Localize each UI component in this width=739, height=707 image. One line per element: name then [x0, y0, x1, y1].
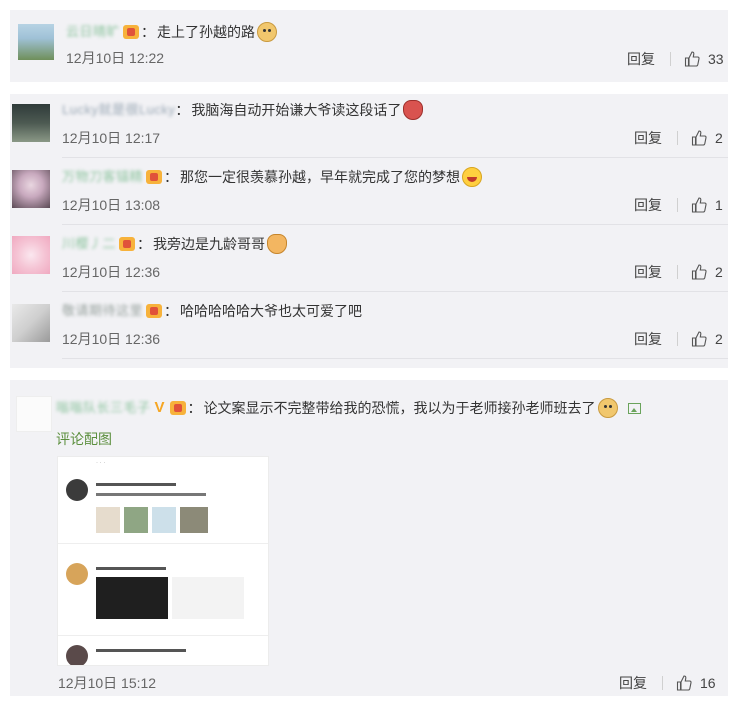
cat-icon: [267, 234, 288, 254]
comment-picture-thumbnail[interactable]: · · ·: [57, 456, 269, 666]
comment-text: 走上了孙越的路: [157, 24, 256, 40]
comment-text: 我旁边是九龄哥哥: [153, 236, 266, 252]
row-divider: [62, 358, 728, 359]
colon: ：: [187, 400, 202, 416]
like-button[interactable]: 2: [691, 129, 723, 147]
thumbnail-text-line: [96, 493, 206, 496]
thumbnail-video: [96, 577, 168, 619]
vip-badge-icon: [146, 170, 163, 184]
divider: [677, 332, 678, 346]
comment-time: 12月10日 12:17: [62, 130, 161, 146]
thumbnail-divider: [58, 543, 268, 544]
face-icon: [403, 100, 424, 120]
thumbs-up-icon: [676, 675, 692, 691]
thumbs-up-icon: [691, 264, 707, 280]
reply-button[interactable]: 回复: [634, 196, 662, 214]
colon: ：: [137, 236, 152, 252]
username-link[interactable]: Lucky就是很Lucky: [62, 100, 175, 120]
avatar[interactable]: [12, 104, 50, 142]
reply-button[interactable]: 回复: [634, 330, 662, 348]
like-count: 1: [715, 197, 723, 213]
thumbs-up-icon: [684, 51, 700, 67]
thumbnail-divider: [58, 635, 268, 636]
thumbnail-text-line: [96, 567, 166, 570]
avatar[interactable]: [12, 236, 50, 274]
avatar[interactable]: [12, 170, 50, 208]
divider: [677, 265, 678, 279]
divider: [677, 198, 678, 212]
thumbs-up-icon: [691, 331, 707, 347]
comment-time: 12月10日 12:36: [62, 331, 161, 347]
colon: ：: [175, 102, 190, 118]
comment-text: 论文案显示不完整带给我的恐慌，我以为于老师接孙老师班去了: [203, 400, 596, 416]
divider: [662, 676, 663, 690]
thumbnail-card: [172, 577, 244, 619]
comment-time: 12月10日 13:08: [62, 197, 161, 213]
like-count: 2: [715, 264, 723, 280]
colon: ：: [164, 169, 179, 185]
thumbnail-text-line: [96, 483, 176, 486]
colon: ：: [164, 303, 179, 319]
comment-picture-link[interactable]: 评论配图: [56, 429, 112, 449]
avatar[interactable]: [16, 396, 52, 432]
comment-text: 我脑海自动开始谦大爷读这段话了: [191, 102, 402, 118]
reply-button[interactable]: 回复: [627, 50, 655, 68]
comment-card: 云日晴旷 ： 走上了孙越的路 12月10日 12:22 回复 33: [10, 10, 728, 82]
thumbnail-avatar: [66, 563, 88, 585]
thumbs-up-icon: [691, 130, 707, 146]
image-icon[interactable]: [627, 402, 641, 414]
like-button[interactable]: 16: [676, 674, 716, 692]
thumbnail-photo: [152, 507, 176, 533]
comment-card: 嗡嗡队长三毛子 V ： 论文案显示不完整带给我的恐慌，我以为于老师接孙老师班去了…: [10, 380, 728, 696]
thumbnail-photo: [96, 507, 120, 533]
vip-badge-icon: [169, 401, 186, 415]
username-link[interactable]: 敬请期待这里: [62, 301, 143, 321]
like-count: 16: [700, 675, 716, 691]
doge-icon: [257, 22, 278, 42]
avatar[interactable]: [12, 304, 50, 342]
thumbnail-avatar: [66, 645, 88, 665]
vip-badge-icon: [146, 304, 163, 318]
vip-badge-icon: [123, 25, 140, 39]
row-divider: [62, 291, 728, 292]
doge-icon: [597, 398, 618, 418]
colon: ：: [141, 24, 156, 40]
divider: [670, 52, 671, 66]
like-count: 33: [708, 51, 724, 67]
row-divider: [62, 157, 728, 158]
comment-time: 12月10日 15:12: [58, 675, 157, 691]
username-link[interactable]: 万物刀客锚精: [62, 167, 143, 187]
reply-button[interactable]: 回复: [634, 263, 662, 281]
thumbnail-photo: [180, 507, 208, 533]
reply-button[interactable]: 回复: [619, 674, 647, 692]
avatar[interactable]: [18, 24, 54, 60]
like-count: 2: [715, 130, 723, 146]
vip-badge-icon: [119, 237, 136, 251]
like-button[interactable]: 2: [691, 330, 723, 348]
thumbnail-text-line: [96, 649, 186, 652]
row-divider: [62, 224, 728, 225]
comment-time: 12月10日 12:36: [62, 264, 161, 280]
comment-time: 12月10日 12:22: [66, 50, 165, 66]
like-button[interactable]: 1: [691, 196, 723, 214]
thumbnail-photo: [124, 507, 148, 533]
thumbnail-status-text: · · ·: [96, 460, 106, 466]
like-button[interactable]: 2: [691, 263, 723, 281]
like-button[interactable]: 33: [684, 50, 724, 68]
divider: [677, 131, 678, 145]
reply-button[interactable]: 回复: [634, 129, 662, 147]
thumbnail-avatar: [66, 479, 88, 501]
thumbs-up-icon: [691, 197, 707, 213]
username-link[interactable]: 云日晴旷: [66, 22, 120, 42]
reply-thread: Lucky就是很Lucky ： 我脑海自动开始谦大爷读这段话了 12月10日 1…: [10, 94, 728, 368]
verified-v-icon: V: [154, 399, 165, 416]
username-link[interactable]: 川樱丿二: [62, 234, 116, 254]
username-link[interactable]: 嗡嗡队长三毛子: [56, 398, 151, 418]
laugh-icon: [462, 167, 483, 187]
like-count: 2: [715, 331, 723, 347]
comment-text: 哈哈哈哈哈大爷也太可爱了吧: [180, 303, 363, 319]
comment-text: 那您一定很羡慕孙越，早年就完成了您的梦想: [180, 169, 461, 185]
